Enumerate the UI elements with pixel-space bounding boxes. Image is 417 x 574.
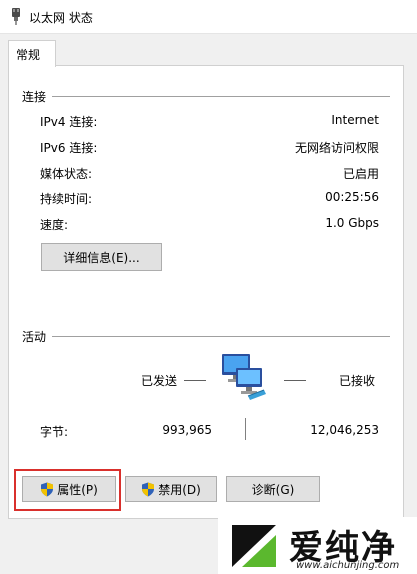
duration-value: 00:25:56 — [325, 190, 379, 204]
ipv4-value: Internet — [331, 113, 379, 127]
media-state-value: 已启用 — [342, 167, 379, 181]
tab-general-label: 常规 — [16, 48, 41, 62]
ipv6-value: 无网络访问权限 — [294, 141, 379, 155]
details-button-label: 详细信息(E)... — [63, 250, 140, 265]
duration-label: 持续时间: — [40, 192, 93, 206]
connection-group-divider — [52, 96, 390, 97]
speed-label: 速度: — [40, 218, 69, 232]
tab-general[interactable]: 常规 — [8, 40, 56, 67]
sent-dash — [184, 380, 206, 381]
bytes-label: 字节: — [40, 425, 69, 439]
connection-group-title: 连接 — [22, 90, 47, 104]
watermark-url: www.aichunjing.com — [296, 560, 400, 571]
sent-label: 已发送 — [141, 374, 178, 388]
activity-group-divider — [52, 336, 390, 337]
watermark-logo-icon — [232, 525, 276, 567]
disable-button[interactable]: 禁用(D) — [125, 476, 217, 502]
diagnose-button[interactable]: 诊断(G) — [226, 476, 320, 502]
bytes-sent-value: 993,965 — [162, 423, 212, 437]
speed-value: 1.0 Gbps — [325, 216, 379, 230]
diagnose-button-label: 诊断(G) — [251, 482, 295, 497]
received-dash — [284, 380, 306, 381]
title-bar[interactable]: 以太网 状态 — [0, 0, 417, 34]
ipv6-label: IPv6 连接: — [40, 141, 98, 155]
bytes-divider — [245, 418, 246, 440]
watermark: 爱纯净 www.aichunjing.com — [218, 517, 417, 574]
disable-button-label: 禁用(D) — [158, 482, 201, 497]
activity-group-title: 活动 — [22, 330, 47, 344]
ipv4-label: IPv4 连接: — [40, 115, 98, 129]
uac-shield-icon — [142, 482, 155, 496]
details-button[interactable]: 详细信息(E)... — [41, 243, 162, 271]
ethernet-plug-icon — [12, 8, 20, 25]
properties-highlight-box — [14, 469, 121, 511]
window-title: 以太网 状态 — [29, 11, 93, 25]
media-state-label: 媒体状态: — [40, 167, 93, 181]
general-tab-panel — [8, 65, 404, 519]
bytes-received-value: 12,046,253 — [310, 423, 379, 437]
network-status-window: 以太网 状态 常规 连接 IPv4 连接: Internet IPv6 连接: … — [0, 0, 417, 574]
network-computers-icon — [222, 354, 266, 400]
received-label: 已接收 — [339, 374, 376, 388]
